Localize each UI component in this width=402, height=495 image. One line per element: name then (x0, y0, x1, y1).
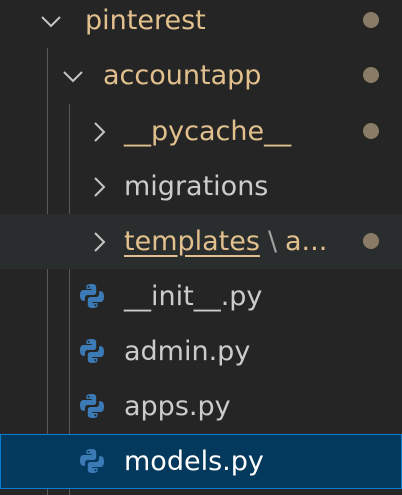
tree-item-pinterest[interactable]: pinterest (0, 0, 402, 48)
tree-item-label: __pycache__ (124, 116, 292, 147)
tree-item-label: apps.py (124, 391, 231, 422)
python-icon (80, 394, 104, 418)
chevron-right-icon (88, 104, 110, 159)
tree-item-label: __init__.py (124, 281, 263, 312)
chevron-down-icon (40, 0, 62, 48)
file-explorer-tree: pinterest accountapp __pycache__ migrati… (0, 0, 402, 495)
tree-item-pycache[interactable]: __pycache__ (0, 104, 402, 159)
tree-item-init-py[interactable]: __init__.py (0, 269, 402, 324)
chevron-down-icon (62, 48, 84, 103)
tree-item-migrations[interactable]: migrations (0, 159, 402, 214)
python-icon (80, 449, 104, 473)
tree-item-label: migrations (124, 171, 269, 202)
python-icon (80, 284, 104, 308)
tree-item-admin-py[interactable]: admin.py (0, 324, 402, 379)
modified-indicator (363, 233, 379, 249)
python-icon (80, 339, 104, 363)
tree-item-label: models.py (124, 446, 264, 477)
compact-folder-segment-templates[interactable]: templates (124, 214, 260, 269)
chevron-right-icon (88, 214, 110, 269)
tree-item-models-py[interactable]: models.py (0, 434, 402, 489)
tree-item-templates[interactable]: templates \ a... (0, 214, 402, 269)
tree-item-apps-py[interactable]: apps.py (0, 379, 402, 434)
tree-item-label: pinterest (85, 5, 206, 36)
tree-item-label: accountapp (103, 60, 262, 91)
tree-item-accountapp[interactable]: accountapp (0, 48, 402, 103)
chevron-right-icon (88, 159, 110, 214)
compact-folder-separator: \ (268, 226, 278, 257)
modified-indicator (363, 67, 379, 83)
tree-item-label: admin.py (124, 336, 251, 367)
modified-indicator (363, 123, 379, 139)
compact-folder-segment-truncated[interactable]: a... (285, 214, 327, 269)
modified-indicator (363, 12, 379, 28)
